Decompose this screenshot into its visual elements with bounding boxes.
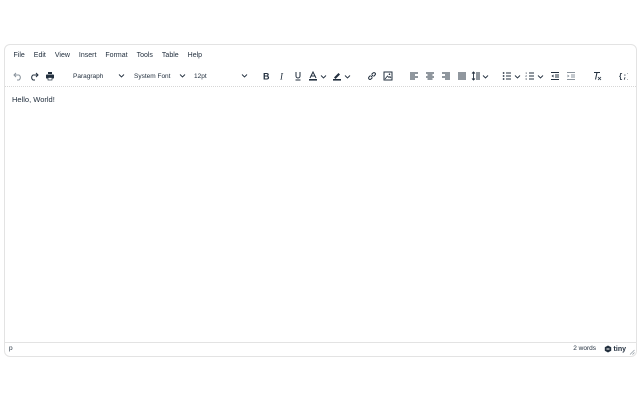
chevron-down-icon [537,74,544,79]
toolbar: Paragraph System Font 12pt B I 1 2 3 {; [5,67,636,87]
menubar: File Edit View Insert Format Tools Table… [5,45,636,67]
align-center-button[interactable] [423,68,437,84]
clear-formatting-icon [594,72,602,81]
block-format-value: Paragraph [73,72,104,80]
italic-icon: I [279,72,284,82]
chevron-down-icon [514,74,521,79]
underline-button[interactable] [291,68,305,84]
word-count[interactable]: 2 words [573,345,596,352]
bold-icon: B [263,72,270,82]
redo-icon [31,72,39,81]
undo-button[interactable] [11,68,25,84]
numbered-list-icon: 123 [525,71,534,81]
text-color-button[interactable] [308,68,330,84]
bullet-list-button[interactable] [502,68,524,84]
chevron-down-icon [320,74,327,79]
image-icon [383,71,393,81]
font-size-select[interactable]: 12pt [191,68,251,84]
menu-help[interactable]: Help [183,48,206,64]
image-button[interactable] [381,68,395,84]
highlight-button[interactable] [332,68,354,84]
tiny-brand-link[interactable]: tiny [604,345,626,353]
menu-insert[interactable]: Insert [74,48,101,64]
outdent-button[interactable] [548,68,562,84]
editor-content[interactable]: Hello, World! [5,87,636,344]
statusbar: p 2 words tiny [5,342,636,356]
highlight-icon [333,73,341,81]
indent-button[interactable] [564,68,578,84]
font-size-value: 12pt [194,72,207,80]
justify-button[interactable] [455,68,469,84]
font-family-value: System Font [134,72,171,80]
chevron-down-icon [344,74,351,79]
align-center-icon [426,72,434,80]
menu-tools[interactable]: Tools [132,48,157,64]
justify-icon [458,72,466,80]
block-format-select[interactable]: Paragraph [70,68,128,84]
link-icon [368,72,376,80]
line-height-button[interactable] [471,68,491,84]
menu-edit[interactable]: Edit [29,48,50,64]
bullet-list-icon [502,72,511,80]
chevron-down-icon [241,74,248,78]
tiny-logo-icon [604,345,611,353]
content-paragraph: Hello, World! [12,95,55,104]
print-icon [46,72,54,81]
indent-icon [567,72,575,80]
svg-text:3: 3 [525,77,527,81]
svg-text:I: I [279,72,284,82]
font-family-select[interactable]: System Font [131,68,189,84]
numbered-list-button[interactable]: 123 [525,68,547,84]
link-button[interactable] [365,68,379,84]
source-code-button[interactable]: {;} [616,68,630,84]
undo-icon [13,72,21,81]
redo-button[interactable] [27,68,41,84]
chevron-down-icon [482,74,489,79]
line-height-icon [471,71,480,81]
brand-text: tiny [613,345,626,353]
align-right-icon [442,72,450,80]
svg-text:B: B [263,72,270,82]
print-button[interactable] [43,68,57,84]
align-left-icon [410,72,418,80]
chevron-down-icon [179,74,186,78]
menu-table[interactable]: Table [157,48,183,64]
menu-format[interactable]: Format [101,48,132,64]
element-path[interactable]: p [9,345,13,352]
clear-formatting-button[interactable] [590,68,604,84]
italic-button[interactable]: I [275,68,289,84]
underline-icon [295,72,301,81]
resize-handle-icon[interactable] [629,349,635,355]
align-left-button[interactable] [407,68,421,84]
outdent-icon [551,72,559,80]
svg-text:{;}: {;} [619,74,629,82]
chevron-down-icon [118,74,125,78]
menu-file[interactable]: File [9,48,29,64]
menu-view[interactable]: View [50,48,74,64]
source-code-icon: {;} [619,74,629,82]
bold-button[interactable]: B [259,68,273,84]
text-color-icon [309,71,317,81]
editor-container: File Edit View Insert Format Tools Table… [4,44,637,357]
align-right-button[interactable] [439,68,453,84]
